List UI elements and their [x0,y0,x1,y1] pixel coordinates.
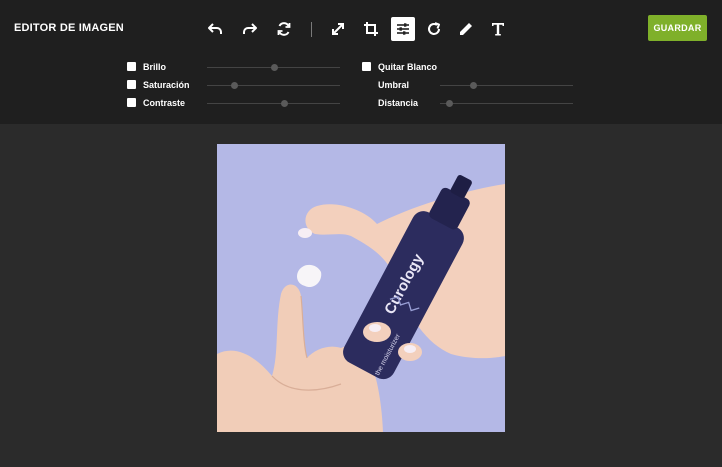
crop-icon [364,22,378,36]
remove-white-checkbox[interactable] [362,62,371,71]
pencil-icon [460,23,472,35]
saturation-row: Saturación [127,79,347,93]
redo-button[interactable] [238,17,262,41]
reset-button[interactable] [272,17,296,41]
image-canvas[interactable]: Curology the moisturizer [217,144,505,432]
save-button[interactable]: GUARDAR [648,15,707,41]
contrast-slider-handle[interactable] [281,100,289,107]
text-button[interactable] [486,17,510,41]
product-photo: Curology the moisturizer [217,144,505,432]
adjust-sliders-icon [397,23,409,35]
saturation-slider[interactable] [207,82,340,89]
contrast-checkbox[interactable] [127,98,136,107]
rotate-icon [428,22,440,35]
reset-icon [277,22,291,36]
undo-button[interactable] [203,17,227,41]
distance-row: Distancia [362,97,582,111]
resize-button[interactable] [326,17,350,41]
saturation-label: Saturación [143,80,190,90]
threshold-row: Umbral [362,79,582,93]
contrast-slider[interactable] [207,100,340,107]
saturation-checkbox[interactable] [127,80,136,89]
undo-icon [208,23,222,34]
brightness-label: Brillo [143,62,167,72]
distance-label: Distancia [378,98,419,108]
distance-slider[interactable] [440,100,573,107]
rotate-button[interactable] [422,17,446,41]
adjust-button[interactable] [391,17,415,41]
contrast-row: Contraste [127,97,347,111]
brightness-checkbox[interactable] [127,62,136,71]
threshold-slider[interactable] [440,82,573,89]
draw-button[interactable] [454,17,478,41]
contrast-label: Contraste [143,98,186,108]
text-icon [492,23,504,36]
threshold-slider-handle[interactable] [470,82,478,89]
saturation-slider-handle[interactable] [230,82,238,89]
editor-title: EDITOR DE IMAGEN [14,22,124,34]
distance-slider-handle[interactable] [446,100,454,107]
resize-icon [332,23,344,35]
crop-button[interactable] [359,17,383,41]
redo-icon [243,23,257,34]
brightness-slider-handle[interactable] [270,64,278,71]
brightness-slider[interactable] [207,64,340,71]
brightness-row: Brillo [127,61,347,75]
toolbar-separator [311,22,312,37]
remove-white-row: Quitar Blanco [362,61,582,75]
editor-toolbar-panel: EDITOR DE IMAGEN GUARDAR Brillo Saturaci… [0,0,722,124]
threshold-label: Umbral [378,80,410,90]
remove-white-label: Quitar Blanco [378,62,438,72]
